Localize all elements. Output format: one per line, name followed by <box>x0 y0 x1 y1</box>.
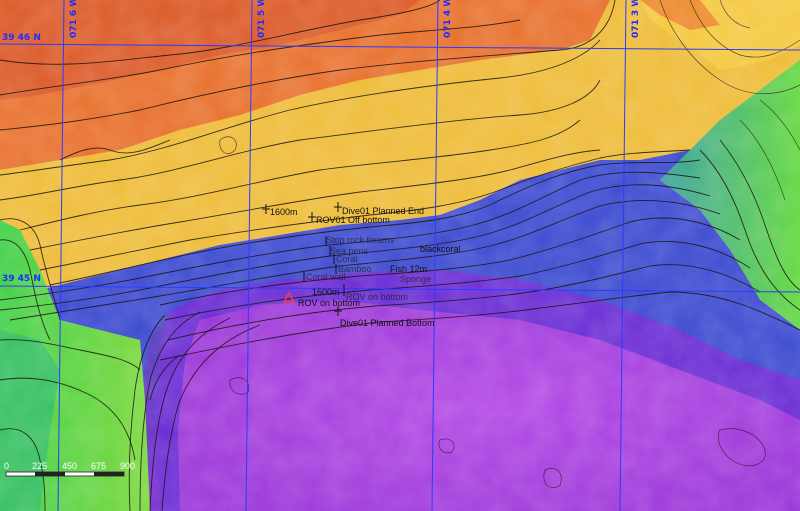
black-coral-label: blackcoral <box>420 244 461 254</box>
bathymetry-map[interactable]: 071 6 W 071 5 W 071 4 W 071 3 W 39 46 N … <box>0 0 800 511</box>
lon-label-4: 071 3 W <box>631 0 641 38</box>
cluster-label-3: Coral <box>336 254 358 264</box>
rov01-off-bottom-label: ROV01 Off bottom <box>316 215 390 225</box>
lon-label-1: 071 6 W <box>69 0 79 38</box>
scale-tick-675: 675 <box>91 461 106 471</box>
cluster-label-6: Coral wall <box>306 272 346 282</box>
depth-label-lower: 1600m <box>312 287 340 297</box>
cluster-label-1: Stop rock forams <box>326 235 395 245</box>
cluster-label-7: Sponge <box>400 274 431 284</box>
dive01-planned-bottom-label: Dive01 Planned Bottom <box>340 318 435 328</box>
lat-label-1: 39 46 N <box>2 33 41 43</box>
scale-tick-450: 450 <box>62 461 77 471</box>
cluster-label-5: Fish 12m <box>390 264 427 274</box>
scale-tick-900: 900 <box>120 461 135 471</box>
scale-tick-0: 0 <box>4 461 9 471</box>
lon-label-2: 071 5 W <box>257 0 267 38</box>
lat-label-2: 39 45 N <box>2 274 41 284</box>
scale-tick-225: 225 <box>32 461 47 471</box>
rov-on-bottom-label: ROV on bottom <box>298 298 360 308</box>
depth-label-upper: 1600m <box>270 207 298 217</box>
lon-label-3: 071 4 W <box>443 0 453 38</box>
